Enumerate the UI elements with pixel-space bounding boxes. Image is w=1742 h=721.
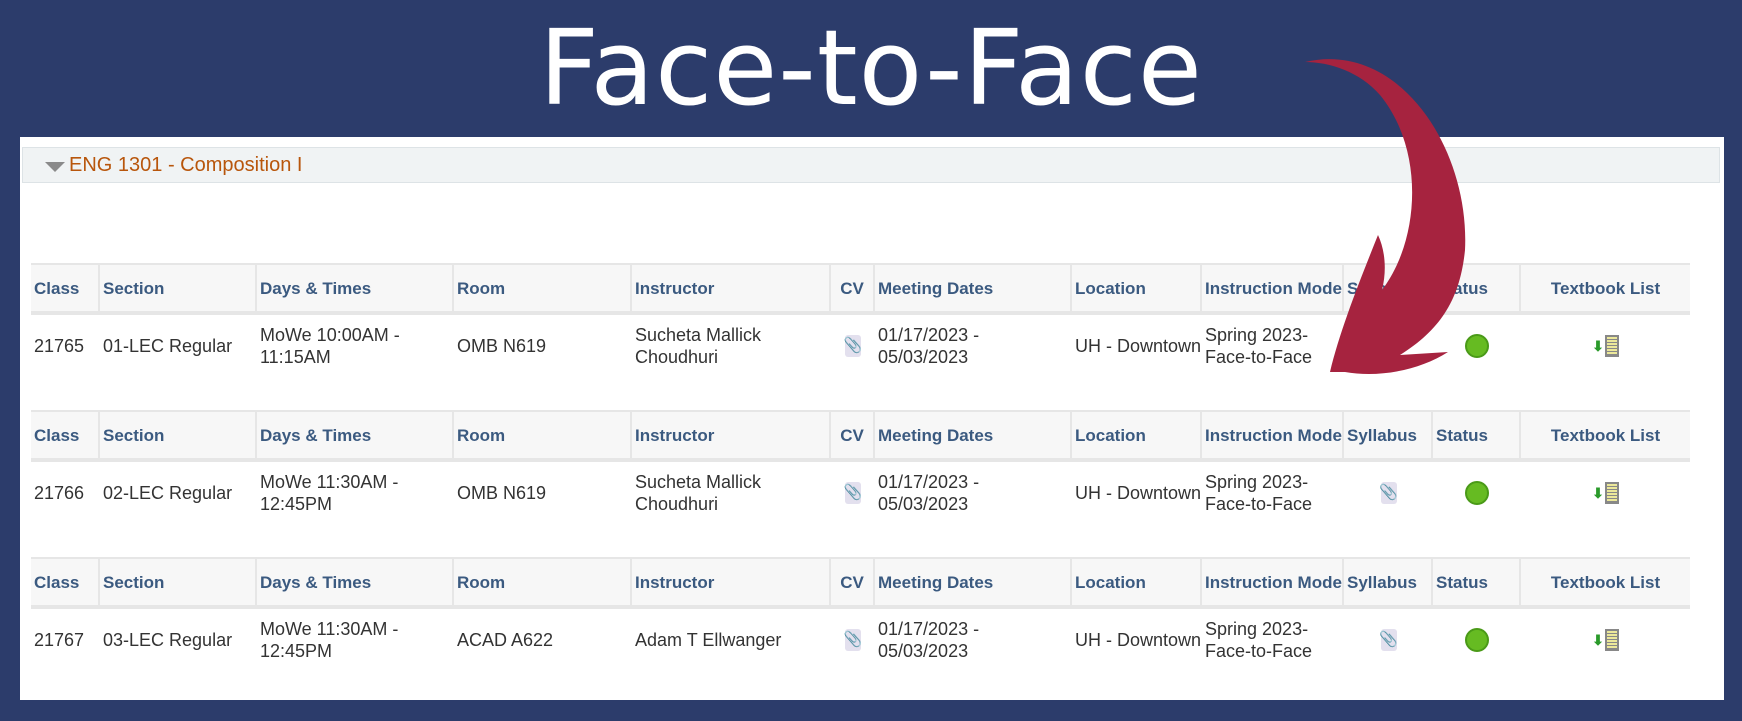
- arrow-icon: [1305, 59, 1466, 374]
- red-arrow-annotation: [1305, 59, 1466, 374]
